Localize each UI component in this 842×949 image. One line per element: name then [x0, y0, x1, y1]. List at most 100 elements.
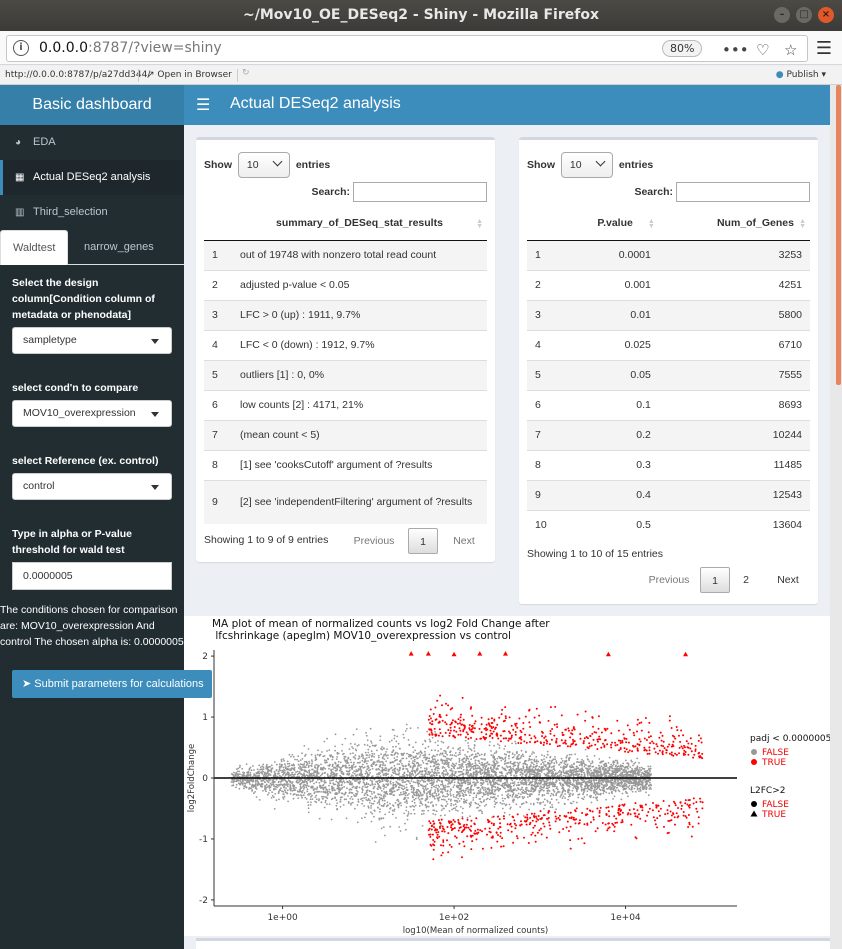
data-point: [365, 734, 368, 737]
data-point: [613, 795, 616, 798]
table-row[interactable]: 1 0.0001 3253: [527, 239, 810, 270]
scrollbar-thumb[interactable]: [836, 85, 841, 385]
data-point: [328, 791, 331, 793]
url-bar[interactable]: i 0.0.0.0:8787/?view=shiny 80% ••• ♡ ☆: [6, 35, 808, 62]
data-point: [332, 768, 334, 771]
data-point: [382, 747, 385, 749]
data-point: [535, 755, 538, 758]
data-point: [351, 786, 354, 789]
page-1-button[interactable]: 1: [700, 567, 730, 593]
close-icon[interactable]: ×: [818, 7, 834, 23]
data-point: [418, 756, 421, 758]
data-point: [468, 789, 471, 791]
more-actions-icon[interactable]: •••: [722, 41, 749, 59]
sidebar-item-third-selection[interactable]: ▥ Third_selection: [0, 195, 184, 230]
data-point: [265, 786, 267, 789]
search-input[interactable]: [353, 182, 487, 202]
table-row[interactable]: 8 [1] see 'cooksCutoff' argument of ?resu…: [204, 449, 487, 480]
search-input[interactable]: [676, 182, 810, 202]
data-point: [459, 753, 461, 756]
data-point: [493, 744, 495, 747]
table-row[interactable]: 9 [2] see 'independentFiltering' argument…: [204, 479, 487, 524]
table-row[interactable]: 8 0.3 11485: [527, 449, 810, 480]
data-point: [397, 782, 400, 785]
submit-button[interactable]: ➤ Submit parameters for calculations: [12, 670, 212, 698]
open-in-browser-button[interactable]: ↗ Open in Browser: [147, 70, 232, 80]
data-point: [646, 769, 649, 772]
table-row[interactable]: 5 0.05 7555: [527, 359, 810, 390]
reference-select[interactable]: control: [12, 473, 172, 500]
data-point: [551, 769, 553, 772]
refresh-icon[interactable]: ↻: [242, 68, 250, 78]
table-row[interactable]: 9 0.4 12543: [527, 479, 810, 510]
page-2-button[interactable]: 2: [736, 567, 756, 593]
url-text[interactable]: 0.0.0.0:8787/?view=shiny: [39, 40, 222, 56]
data-point: [475, 764, 478, 766]
table-row[interactable]: 6 0.1 8693: [527, 389, 810, 420]
data-point: [282, 798, 285, 800]
publish-button[interactable]: ● Publish ▾: [776, 70, 826, 80]
table-row[interactable]: 7 0.2 10244: [527, 419, 810, 450]
column-header-num-genes[interactable]: Num_of_Genes ▲ ▼: [658, 207, 810, 241]
column-header-pvalue[interactable]: P.value ▲ ▼: [555, 207, 659, 241]
column-header[interactable]: [527, 207, 555, 241]
info-icon[interactable]: i: [13, 40, 29, 56]
data-point: [362, 779, 365, 781]
maximize-icon[interactable]: □: [796, 7, 812, 23]
data-point: [335, 799, 338, 802]
alpha-input[interactable]: 0.0000005: [12, 562, 172, 590]
table-row[interactable]: 10 0.5 13604: [527, 509, 810, 540]
data-point: [429, 761, 432, 763]
next-button[interactable]: Next: [446, 528, 482, 554]
data-point: [608, 792, 611, 795]
data-point: [342, 780, 345, 783]
table-row[interactable]: 1 out of 19748 with nonzero total read co…: [204, 239, 487, 270]
table-row[interactable]: 3 LFC > 0 (up) : 1911, 9.7%: [204, 299, 487, 330]
entries-select[interactable]: 10: [237, 152, 290, 178]
dashboard-logo[interactable]: Basic dashboard: [0, 85, 184, 125]
sidebar-toggle-icon[interactable]: ☰: [196, 95, 210, 114]
table-row[interactable]: 6 low counts [2] : 4171, 21%: [204, 389, 487, 420]
table-row[interactable]: 2 adjusted p-value < 0.05: [204, 269, 487, 300]
table-row[interactable]: 2 0.001 4251: [527, 269, 810, 300]
data-point: [470, 765, 473, 768]
data-point: [458, 761, 461, 763]
data-point: [447, 798, 450, 801]
data-point: [291, 771, 294, 774]
tab-narrow-genes[interactable]: narrow_genes: [72, 230, 166, 265]
data-point: [646, 771, 649, 774]
data-point: [418, 795, 421, 798]
table-row[interactable]: 7 (mean count < 5): [204, 419, 487, 450]
data-point: [460, 797, 463, 800]
data-point: [381, 766, 384, 769]
previous-button[interactable]: Previous: [346, 528, 402, 554]
table-row[interactable]: 5 outliers [1] : 0, 0%: [204, 359, 487, 390]
data-point: [455, 796, 457, 799]
data-point: [554, 758, 557, 761]
page-1-button[interactable]: 1: [408, 528, 438, 554]
pocket-icon[interactable]: ♡: [756, 41, 769, 59]
design-column-select[interactable]: sampletype: [12, 327, 172, 354]
minimize-icon[interactable]: –: [774, 7, 790, 23]
data-point: [410, 757, 413, 760]
data-point: [488, 775, 491, 777]
column-header-summary[interactable]: summary_of_DESeq_stat_results ▲ ▼: [232, 207, 487, 241]
tab-waldtest[interactable]: Waldtest: [0, 230, 69, 265]
table-row[interactable]: 3 0.01 5800: [527, 299, 810, 330]
next-button[interactable]: Next: [770, 567, 806, 593]
data-point: [231, 778, 233, 781]
entries-select[interactable]: 10: [560, 152, 613, 178]
hamburger-menu-icon[interactable]: ☰: [816, 38, 832, 59]
column-header[interactable]: [204, 207, 232, 241]
data-point: [331, 797, 334, 800]
data-point: [418, 782, 421, 785]
zoom-indicator[interactable]: 80%: [662, 40, 703, 57]
data-point: [271, 767, 274, 769]
condition-select[interactable]: MOV10_overexpression: [12, 400, 172, 427]
sidebar-item-eda[interactable]: ◕ EDA: [0, 125, 184, 160]
sidebar-item-deseq2[interactable]: ▦ Actual DESeq2 analysis: [0, 160, 184, 195]
previous-button[interactable]: Previous: [641, 567, 697, 593]
table-row[interactable]: 4 0.025 6710: [527, 329, 810, 360]
bookmark-star-icon[interactable]: ☆: [784, 41, 797, 59]
table-row[interactable]: 4 LFC < 0 (down) : 1912, 9.7%: [204, 329, 487, 360]
